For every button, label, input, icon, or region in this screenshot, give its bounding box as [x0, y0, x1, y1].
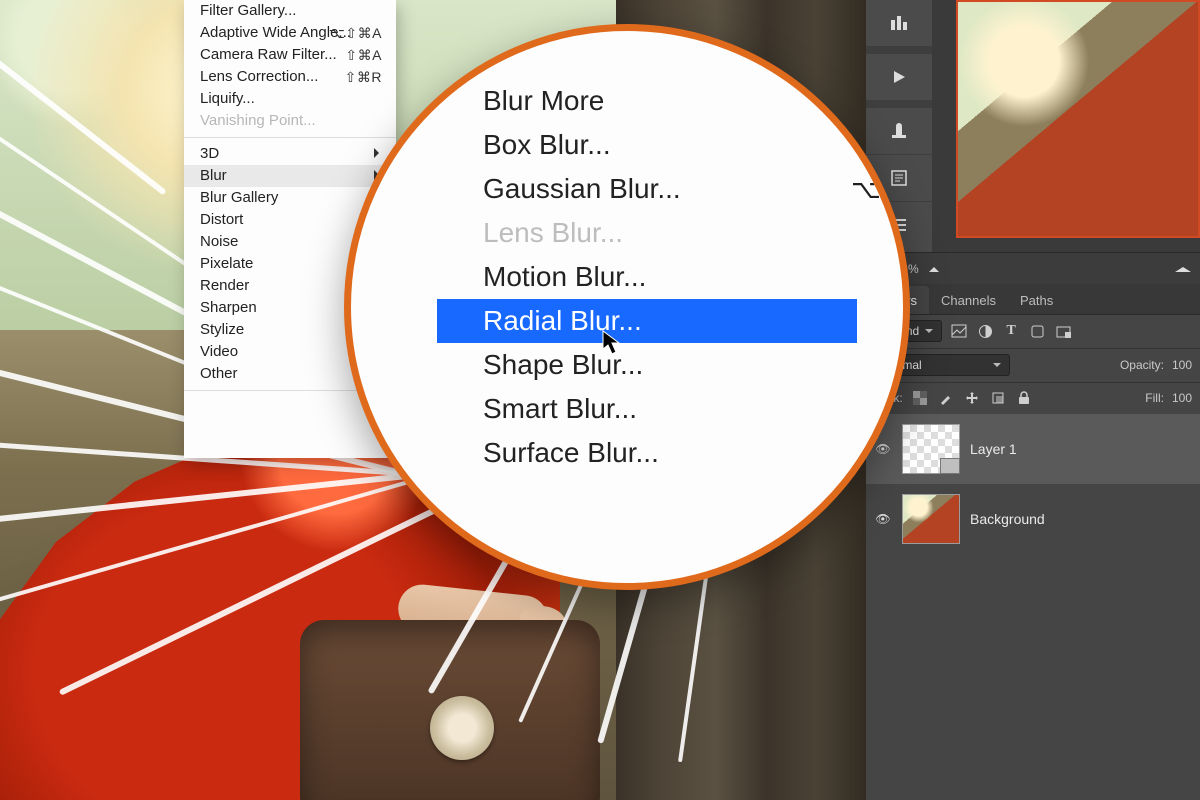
menu-shortcut: ⌥: [851, 167, 881, 211]
layer-filter-row: ⌕ Kind T: [866, 314, 1200, 349]
smart-object-badge-icon: [940, 458, 960, 474]
filter-menu-item[interactable]: Liquify...: [184, 88, 396, 110]
blur-submenu: Blur MoreBox Blur...Gaussian Blur...⌥Len…: [437, 79, 857, 475]
fill-label: Fill:: [1145, 391, 1164, 405]
opacity-value[interactable]: 100: [1172, 358, 1192, 372]
photo-medallion: [430, 696, 494, 760]
navigator-panel[interactable]: [932, 0, 1200, 252]
blur-submenu-item[interactable]: Box Blur...: [437, 123, 857, 167]
shape-type-icon[interactable]: [1028, 322, 1046, 340]
filter-menu-item[interactable]: Camera Raw Filter...⇧⌘A: [184, 44, 396, 66]
text-type-icon[interactable]: T: [1002, 322, 1020, 340]
lock-move-icon[interactable]: [963, 389, 981, 407]
blur-submenu-item[interactable]: Surface Blur...: [437, 431, 857, 475]
menu-separator: [184, 137, 396, 138]
filter-menu-item: Vanishing Point...: [184, 110, 396, 132]
visibility-toggle-icon[interactable]: 👁: [874, 442, 892, 456]
lock-row: Lock: Fill: 100: [866, 382, 1200, 415]
blur-submenu-item[interactable]: Blur More: [437, 79, 857, 123]
visibility-toggle-icon[interactable]: 👁: [874, 512, 892, 526]
play-icon[interactable]: [866, 54, 932, 100]
layer-list: 👁 Layer 1 👁 Background: [866, 414, 1200, 800]
menu-shortcut: ⇧⌘R: [345, 67, 382, 87]
filter-menu-group[interactable]: Blur: [184, 165, 396, 187]
blur-submenu-item[interactable]: Shape Blur...: [437, 343, 857, 387]
smart-type-icon[interactable]: [1054, 322, 1072, 340]
menu-shortcut: ⌥⇧⌘A: [329, 23, 382, 43]
lock-paint-icon[interactable]: [937, 389, 955, 407]
filter-menu-item[interactable]: Filter Gallery...: [184, 0, 396, 22]
chevron-down-icon: [993, 363, 1001, 371]
lock-transparency-icon[interactable]: [911, 389, 929, 407]
layer-name[interactable]: Background: [970, 511, 1045, 527]
layer-thumbnail[interactable]: [902, 424, 960, 474]
adjust-icon[interactable]: [976, 322, 994, 340]
blur-submenu-item[interactable]: Radial Blur...: [437, 299, 857, 343]
city-icon[interactable]: [866, 0, 932, 46]
chevron-down-icon: [925, 329, 933, 337]
zoom-out-icon[interactable]: [929, 262, 939, 272]
blur-submenu-item[interactable]: Motion Blur...: [437, 255, 857, 299]
filter-menu-item[interactable]: Lens Correction...⇧⌘R: [184, 66, 396, 88]
fill-value[interactable]: 100: [1172, 391, 1192, 405]
menu-shortcut: ⇧⌘A: [345, 45, 382, 65]
zoom-in-icon[interactable]: [1175, 262, 1191, 272]
tutorial-magnifier: Blur MoreBox Blur...Gaussian Blur...⌥Len…: [344, 24, 910, 590]
blend-row: Normal Opacity: 100: [866, 348, 1200, 383]
blur-submenu-item[interactable]: Gaussian Blur...⌥: [437, 167, 857, 211]
right-panels: 38.24% LayersChannelsPaths ⌕ Kind T Norm…: [866, 0, 1200, 800]
lock-all-icon[interactable]: [1015, 389, 1033, 407]
lock-artboard-icon[interactable]: [989, 389, 1007, 407]
panel-tab-channels[interactable]: Channels: [929, 286, 1008, 314]
navigator-thumbnail: [956, 0, 1200, 238]
navigator-zoom-row: 38.24%: [866, 252, 1200, 285]
image-type-icon[interactable]: [950, 322, 968, 340]
layer-thumbnail[interactable]: [902, 494, 960, 544]
opacity-label: Opacity:: [1120, 358, 1164, 372]
layer-row[interactable]: 👁 Background: [866, 484, 1200, 554]
stamp-icon[interactable]: [866, 108, 932, 154]
layer-row[interactable]: 👁 Layer 1: [866, 414, 1200, 484]
panel-tab-paths[interactable]: Paths: [1008, 286, 1065, 314]
blur-submenu-item: Lens Blur...: [437, 211, 857, 255]
filter-menu-group[interactable]: 3D: [184, 143, 396, 165]
filter-menu-item[interactable]: Adaptive Wide Angle...⌥⇧⌘A: [184, 22, 396, 44]
layer-name[interactable]: Layer 1: [970, 441, 1017, 457]
blur-submenu-item[interactable]: Smart Blur...: [437, 387, 857, 431]
panel-tabs: LayersChannelsPaths: [866, 284, 1200, 315]
